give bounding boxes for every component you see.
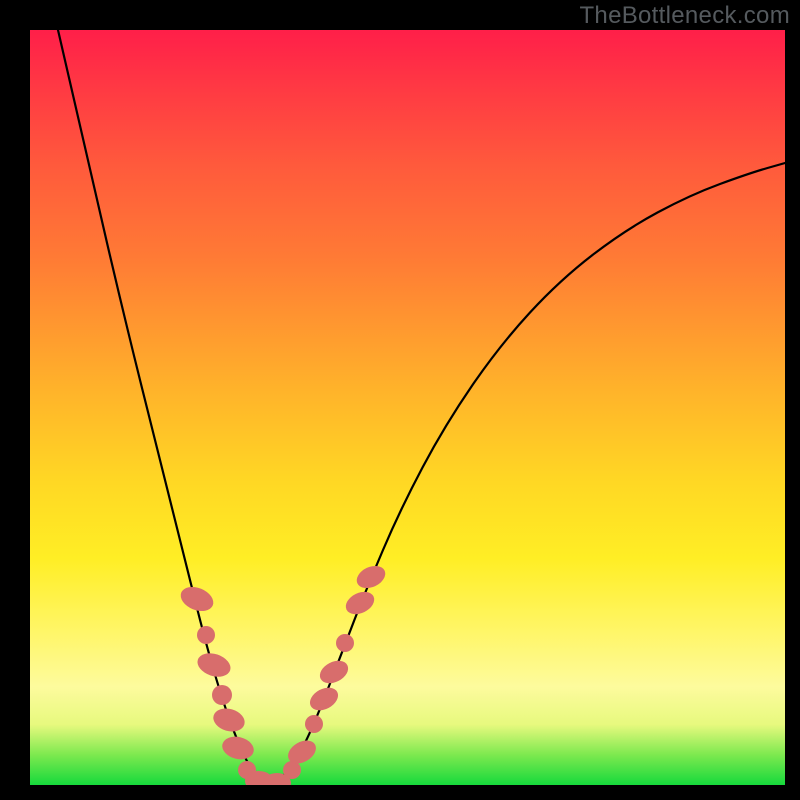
bottleneck-curve	[58, 30, 785, 783]
bead-icon	[336, 634, 354, 652]
bead-icon	[316, 656, 352, 687]
chart-frame: TheBottleneck.com	[0, 0, 800, 800]
plot-area	[30, 30, 785, 785]
bead-icon	[283, 761, 301, 779]
bead-icon	[220, 733, 256, 762]
bead-icon	[211, 705, 248, 735]
bead-icon	[197, 626, 215, 644]
bead-icon	[194, 649, 233, 680]
chart-svg	[30, 30, 785, 785]
watermark-label: TheBottleneck.com	[579, 2, 790, 30]
bead-icon	[305, 715, 323, 733]
bead-icon	[212, 685, 232, 705]
bead-icon	[353, 562, 389, 593]
bead-cluster	[177, 562, 389, 785]
bead-icon	[306, 683, 342, 715]
bead-icon	[342, 587, 378, 618]
